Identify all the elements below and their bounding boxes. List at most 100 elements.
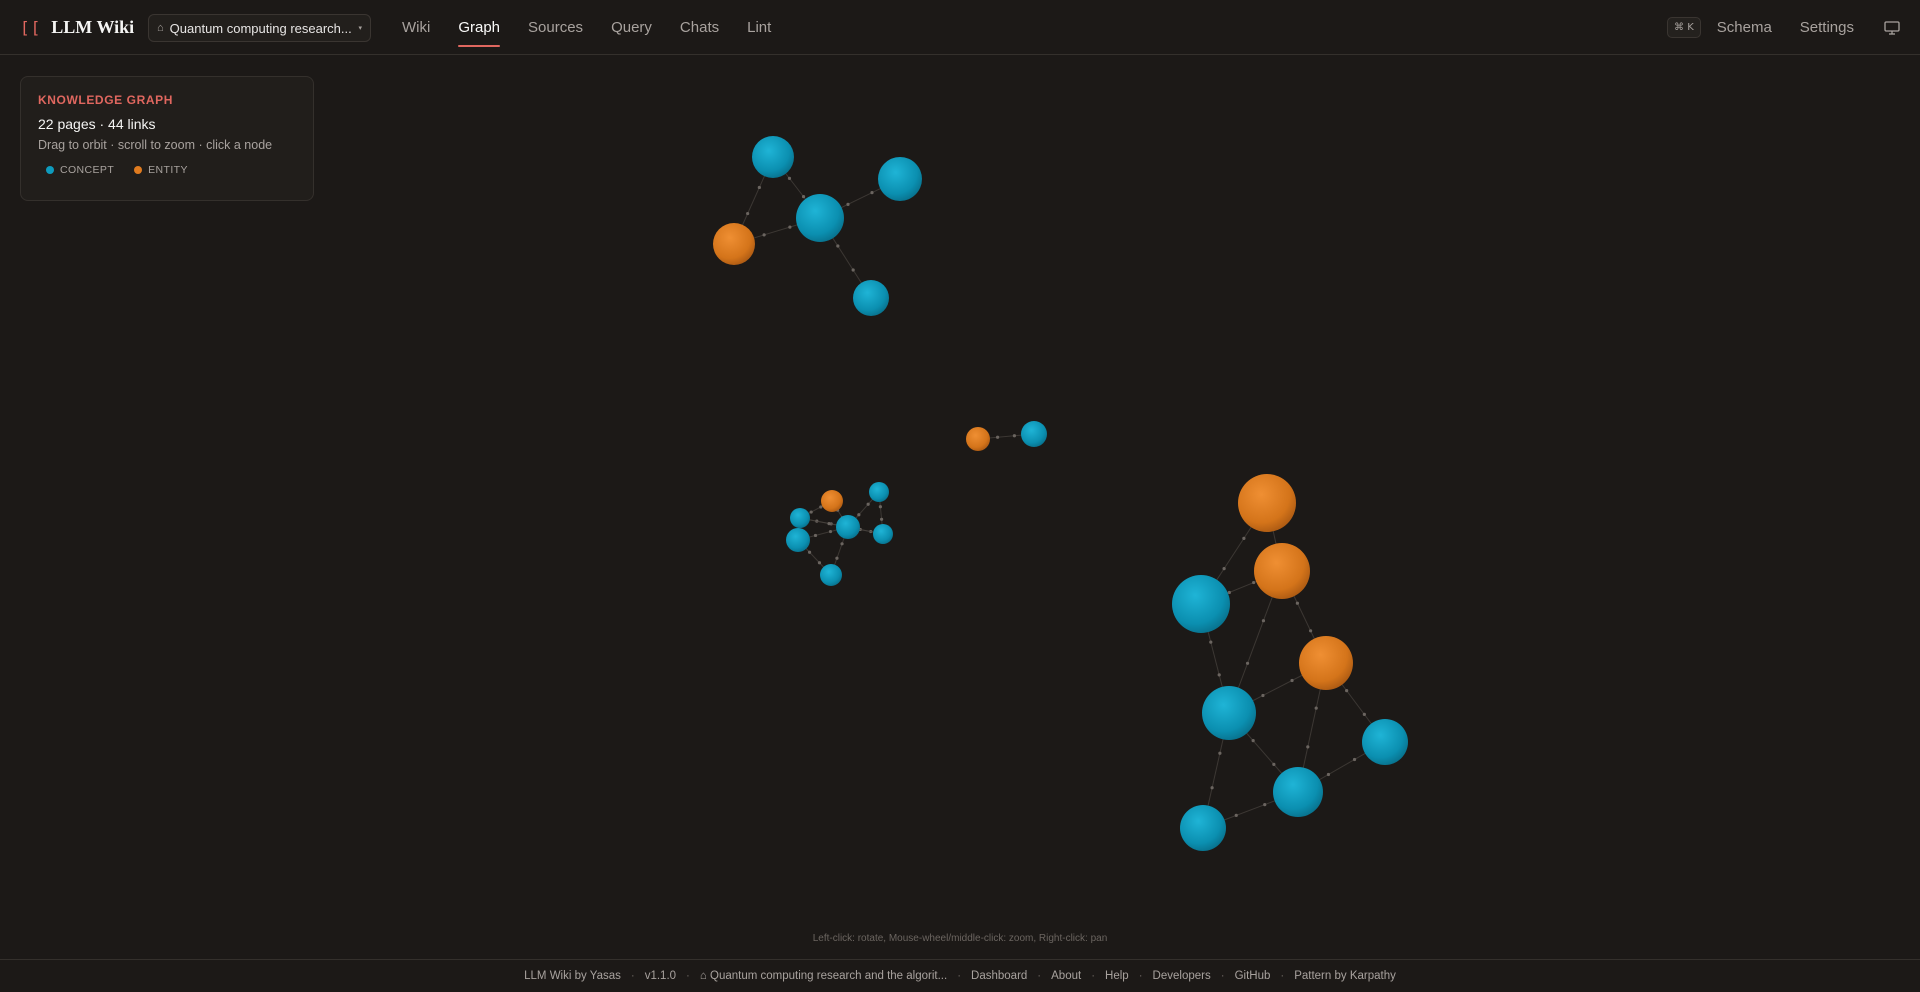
footer-help-link[interactable]: Help <box>1105 970 1129 982</box>
footer-about-link[interactable]: About <box>1051 970 1081 982</box>
footer-separator: · <box>957 970 962 982</box>
app-logo[interactable]: [[ LLM Wiki <box>20 14 134 40</box>
app-name: LLM Wiki <box>51 16 135 37</box>
link-particle <box>1252 580 1256 585</box>
legend-entity: ENTITY <box>134 164 188 176</box>
link-particle <box>836 244 840 248</box>
concept-node[interactable] <box>786 528 810 552</box>
entity-node[interactable] <box>713 223 755 265</box>
link-particle <box>817 561 822 565</box>
link-particle <box>1345 689 1349 693</box>
link-particle <box>840 542 844 546</box>
concept-node[interactable] <box>1202 686 1256 740</box>
settings-link[interactable]: Settings <box>1800 19 1854 36</box>
footer-separator: · <box>1220 970 1225 982</box>
link-particle <box>1210 786 1214 790</box>
footer-project-link[interactable]: ⌂ Quantum computing research and the alg… <box>700 970 947 982</box>
link-particle <box>762 233 766 237</box>
concept-node[interactable] <box>790 508 810 528</box>
footer-karpathy-link[interactable]: Pattern by Karpathy <box>1294 970 1396 982</box>
link-particle <box>746 211 750 216</box>
link-particle <box>996 435 1000 439</box>
link-particle <box>851 268 855 272</box>
entity-node[interactable] <box>1238 474 1296 532</box>
link-particle <box>1272 762 1276 766</box>
link-particle <box>1251 739 1255 743</box>
tab-sources[interactable]: Sources <box>514 0 597 55</box>
link-particle <box>807 550 812 554</box>
main-nav: Wiki Graph Sources Query Chats Lint <box>388 0 785 55</box>
footer-separator: · <box>1138 970 1143 982</box>
link-particle <box>1295 601 1299 605</box>
link-particle <box>828 529 833 534</box>
footer-dashboard-link[interactable]: Dashboard <box>971 970 1027 982</box>
footer-version: v1.1.0 <box>644 970 677 982</box>
logo-bracket-icon: [[ <box>20 17 42 37</box>
link-particle <box>1222 567 1226 571</box>
concept-node[interactable] <box>836 515 860 539</box>
link-particle <box>1242 536 1246 540</box>
link-particle <box>870 191 874 195</box>
command-palette-shortcut[interactable]: ⌘ K <box>1667 17 1701 38</box>
link-particle <box>1261 619 1266 623</box>
link-particle <box>1012 434 1017 438</box>
link-particle <box>1290 678 1294 683</box>
tab-wiki[interactable]: Wiki <box>388 0 444 55</box>
footer-developers-link[interactable]: Developers <box>1153 970 1211 982</box>
entity-node[interactable] <box>821 490 843 512</box>
legend-concept-label: CONCEPT <box>60 164 115 176</box>
active-tab-indicator <box>458 45 501 47</box>
entity-dot-icon <box>134 166 143 174</box>
schema-link[interactable]: Schema <box>1717 19 1772 36</box>
concept-node[interactable] <box>752 136 794 178</box>
home-icon: ⌂ <box>157 22 164 34</box>
link-particle <box>1245 661 1250 665</box>
concept-node[interactable] <box>820 564 842 586</box>
link-particle <box>787 176 792 180</box>
tab-chats[interactable]: Chats <box>666 0 733 55</box>
link-particle <box>1217 673 1221 677</box>
concept-node[interactable] <box>878 157 922 201</box>
link-particle <box>846 202 850 206</box>
concept-dot-icon <box>46 166 54 174</box>
tab-query[interactable]: Query <box>597 0 666 55</box>
link-particle <box>878 505 883 509</box>
graph-nodes <box>713 136 1408 851</box>
tab-graph[interactable]: Graph <box>444 0 514 55</box>
project-selector[interactable]: ⌂ Quantum computing research... ▾ <box>148 14 371 42</box>
link-particle <box>801 195 806 199</box>
graph-stats: 22 pages · 44 links <box>38 116 156 132</box>
concept-node[interactable] <box>869 482 889 502</box>
entity-node[interactable] <box>1254 543 1310 599</box>
entity-node[interactable] <box>1299 636 1353 690</box>
footer-separator: · <box>630 970 635 982</box>
link-particle <box>1326 772 1331 777</box>
concept-node[interactable] <box>1362 719 1408 765</box>
right-toolbar: ⌘ K Schema Settings <box>1667 0 1900 55</box>
link-particle <box>827 522 831 526</box>
entity-node[interactable] <box>966 427 990 451</box>
link-particle <box>1261 693 1265 698</box>
footer: LLM Wiki by Yasas · v1.1.0 · ⌂ Quantum c… <box>0 959 1920 992</box>
footer-github-link[interactable]: GitHub <box>1235 970 1271 982</box>
link-particle <box>1352 757 1357 762</box>
monitor-icon[interactable] <box>1884 20 1900 35</box>
link-particle <box>1314 706 1318 710</box>
concept-node[interactable] <box>796 194 844 242</box>
concept-node[interactable] <box>853 280 889 316</box>
link-particle <box>1218 751 1222 755</box>
concept-node[interactable] <box>1273 767 1323 817</box>
graph-legend: CONCEPT ENTITY <box>38 164 296 176</box>
footer-separator: · <box>1037 970 1042 982</box>
tab-lint[interactable]: Lint <box>733 0 785 55</box>
concept-node[interactable] <box>873 524 893 544</box>
concept-node[interactable] <box>1180 805 1226 851</box>
panel-title: KNOWLEDGE GRAPH <box>38 93 173 107</box>
link-particle <box>809 510 813 514</box>
concept-node[interactable] <box>1021 421 1047 447</box>
link-particle <box>1209 640 1213 644</box>
graph-help-text: Drag to orbit · scroll to zoom · click a… <box>38 138 273 152</box>
link-particle <box>835 556 839 560</box>
link-particle <box>1227 590 1231 595</box>
concept-node[interactable] <box>1172 575 1230 633</box>
